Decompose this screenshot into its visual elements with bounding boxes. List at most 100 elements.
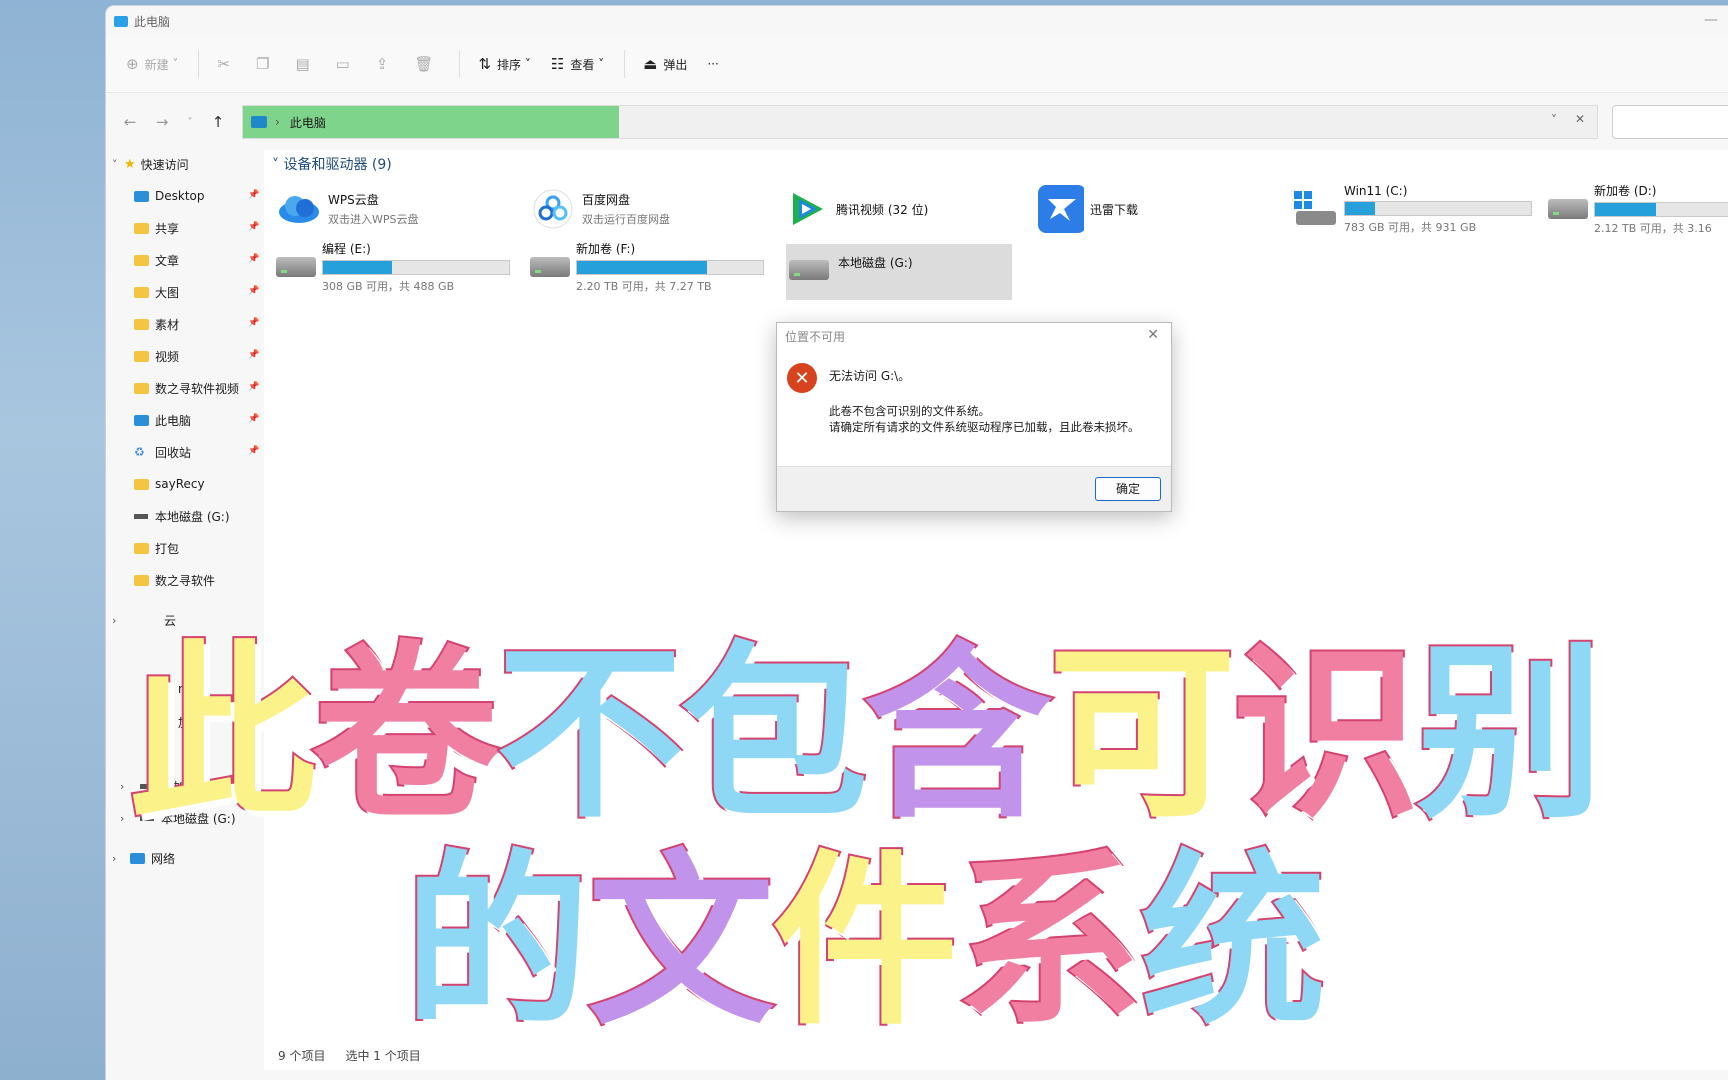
hard-drive-icon <box>276 257 316 277</box>
drive-usage-bar <box>322 260 510 275</box>
pin-icon: 📌 <box>248 350 260 360</box>
forward-arrow-icon[interactable]: → <box>146 113 178 131</box>
sidebar-item-videos[interactable]: 视频 <box>134 344 179 368</box>
sort-icon: ⇅ <box>478 55 492 73</box>
rename-button[interactable]: ▭ <box>336 55 356 73</box>
new-button[interactable]: ⊕ 新建 ˅ <box>126 55 178 73</box>
eject-button[interactable]: ⏏ 弹出 <box>643 55 687 73</box>
window-title: 此电脑 <box>134 14 171 29</box>
share-icon: ⇪ <box>375 55 389 73</box>
trash-icon: 🗑 <box>414 55 434 73</box>
sort-button[interactable]: ⇅ 排序 ˅ <box>478 55 530 73</box>
folder-icon <box>134 222 149 234</box>
sidebar-label: 大图 <box>155 285 180 300</box>
drive-usage-bar <box>1594 202 1728 217</box>
caption-char: 统 <box>1138 831 1328 1052</box>
chevron-down-icon[interactable]: ˅ <box>112 158 124 171</box>
tile-name: WPS云盘 <box>328 193 379 207</box>
clipboard-icon: ▤ <box>295 55 310 73</box>
sidebar-label: Desktop <box>155 189 205 203</box>
sidebar-item-recycle-bin[interactable]: ♻ 回收站 <box>134 440 191 464</box>
pin-icon: 📌 <box>248 318 260 328</box>
drive-usage-text: 308 GB 可用，共 488 GB <box>322 280 455 293</box>
pc-icon <box>134 414 149 426</box>
tencent-video-icon <box>784 190 830 228</box>
sidebar-item-this-pc[interactable]: 此电脑 <box>134 408 191 432</box>
sidebar-item-desktop[interactable]: Desktop <box>134 184 205 208</box>
drive-usage-bar <box>1344 200 1532 216</box>
hard-drive-icon <box>786 260 832 280</box>
pin-icon: 📌 <box>248 222 260 232</box>
cloud-icon <box>276 194 322 224</box>
cut-button[interactable]: ✂ <box>217 55 236 73</box>
tile-xunlei[interactable]: 迅雷下载 <box>1038 184 1264 234</box>
hard-drive-icon <box>1548 199 1588 219</box>
folder-icon <box>134 318 149 330</box>
tile-drive-d[interactable]: 新加卷 (D:) 2.12 TB 可用，共 3.16 <box>1548 184 1728 235</box>
section-header[interactable]: ˅ 设备和驱动器 (9) <box>272 154 392 174</box>
minimize-button[interactable]: — <box>1704 12 1718 28</box>
pin-icon: 📌 <box>248 414 260 424</box>
tile-name: 迅雷下载 <box>1090 202 1139 217</box>
tile-subtitle: 双击运行百度网盘 <box>582 213 670 226</box>
up-arrow-icon[interactable]: ↑ <box>202 113 234 131</box>
sidebar-item-drive-g[interactable]: 本地磁盘 (G:) <box>134 504 230 528</box>
recycle-bin-icon: ♻ <box>134 445 145 459</box>
sidebar-label: 此电脑 <box>155 413 192 428</box>
chevron-down-icon[interactable]: ˅ <box>178 117 202 128</box>
tile-name: Win11 (C:) <box>1344 183 1408 198</box>
sidebar-item-share[interactable]: 共享 <box>134 216 179 240</box>
pin-icon: 📌 <box>248 382 260 392</box>
close-icon[interactable]: ✕ <box>1575 112 1585 126</box>
address-row: ← → ˅ ↑ › 此电脑 ˅ ✕ <box>106 93 1728 151</box>
folder-icon <box>134 382 149 394</box>
error-icon: ✕ <box>787 363 817 393</box>
delete-button[interactable]: 🗑 <box>414 55 439 73</box>
sidebar-label: 快速访问 <box>140 157 189 172</box>
tile-name: 百度网盘 <box>582 193 631 207</box>
copy-button[interactable]: ❐ <box>256 55 275 73</box>
tile-baidu-netdisk[interactable]: 百度网盘双击运行百度网盘 <box>530 184 756 234</box>
search-input[interactable] <box>1612 105 1728 139</box>
tile-drive-f[interactable]: 新加卷 (F:) 2.20 TB 可用，共 7.27 TB <box>530 242 764 293</box>
pin-icon: 📌 <box>248 190 260 200</box>
address-path-label: 此电脑 <box>289 115 326 130</box>
tile-drive-g[interactable]: 本地磁盘 (G:) <box>786 244 1012 300</box>
this-pc-icon <box>114 15 128 27</box>
tile-name: 腾讯视频 (32 位) <box>836 202 929 217</box>
tile-wps-cloud[interactable]: WPS云盘 双击进入WPS云盘 <box>276 184 502 234</box>
address-bar[interactable]: › 此电脑 ˅ ✕ <box>242 105 1598 139</box>
chevron-down-icon[interactable]: ˅ <box>1551 113 1557 127</box>
address-path[interactable]: › 此电脑 <box>243 106 619 138</box>
tile-drive-e[interactable]: 编程 (E:) 308 GB 可用，共 488 GB <box>276 242 510 293</box>
plus-icon: ⊕ <box>126 55 139 73</box>
sidebar-item-package[interactable]: 打包 <box>134 536 179 560</box>
view-label: 查看 <box>570 57 595 72</box>
dialog-detail-line: 此卷不包含可识别的文件系统。 <box>829 404 990 418</box>
scissors-icon: ✂ <box>217 55 230 73</box>
sidebar-item-big-images[interactable]: 大图 <box>134 280 179 304</box>
copy-icon: ❐ <box>256 55 270 73</box>
ok-button[interactable]: 确定 <box>1095 477 1161 501</box>
tile-drive-c[interactable]: Win11 (C:) 783 GB 可用，共 931 GB <box>1294 184 1532 234</box>
sidebar-label: 视频 <box>155 349 180 364</box>
sidebar-item-articles[interactable]: 文章 <box>134 248 179 272</box>
sidebar-item-software-videos[interactable]: 数之寻软件视频 <box>134 376 248 400</box>
tile-tencent-video[interactable]: 腾讯视频 (32 位) <box>784 184 1010 234</box>
divider <box>624 50 626 78</box>
sidebar-label: 文章 <box>155 253 180 268</box>
sidebar-item-sayrecy[interactable]: sayRecy <box>134 472 205 496</box>
more-button[interactable]: ··· <box>707 57 718 71</box>
close-icon[interactable]: ✕ <box>1147 327 1159 343</box>
caption-char: 系 <box>954 831 1144 1052</box>
paste-button[interactable]: ▤ <box>295 55 315 73</box>
view-button[interactable]: ☷ 查看 ˅ <box>551 55 604 73</box>
new-label: 新建 <box>144 57 169 72</box>
share-button[interactable]: ⇪ <box>376 55 395 73</box>
dialog-detail-line: 请确定所有请求的文件系统驱动程序已加载，且此卷未损坏。 <box>829 420 1140 434</box>
sidebar-quick-access[interactable]: ˅ ★ 快速访问 <box>112 152 189 176</box>
sidebar-label: sayRecy <box>155 477 205 491</box>
folder-icon <box>134 254 149 266</box>
sidebar-item-materials[interactable]: 素材 <box>134 312 179 336</box>
back-arrow-icon[interactable]: ← <box>114 113 146 131</box>
